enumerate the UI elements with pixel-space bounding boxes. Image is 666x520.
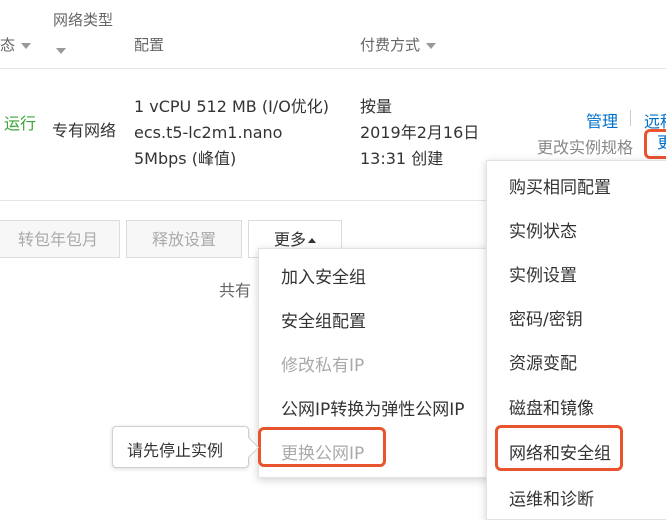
tooltip-text: 请先停止实例 bbox=[127, 441, 224, 460]
replace-public-ip-highlight bbox=[258, 427, 386, 467]
action-divider bbox=[630, 110, 631, 126]
more-actions-link[interactable]: 更 bbox=[644, 129, 666, 159]
network-type-filter[interactable] bbox=[56, 40, 66, 59]
chevron-down-icon[interactable] bbox=[56, 47, 66, 54]
instance-settings-item[interactable]: 实例设置 bbox=[509, 261, 666, 286]
status-running-text: 运行 bbox=[4, 114, 37, 133]
tooltip-arrow bbox=[237, 436, 260, 459]
config-column-header: 配置 bbox=[134, 36, 165, 54]
status-column-header[interactable]: 态 bbox=[0, 34, 32, 55]
config-line-bandwidth: 5Mbps (峰值) bbox=[134, 149, 237, 168]
config-line-type: ecs.t5-lc2m1.nano bbox=[134, 123, 283, 142]
release-setting-button[interactable]: 释放设置 bbox=[126, 220, 242, 258]
created-date-value: 2019年2月16日 bbox=[360, 123, 480, 142]
more-button-label: 更多 bbox=[273, 230, 306, 249]
billing-column-label: 付费方式 bbox=[360, 36, 421, 54]
chevron-down-icon[interactable] bbox=[426, 42, 437, 49]
created-time-value: 13:31 创建 bbox=[360, 149, 444, 168]
resource-change-item[interactable]: 资源变配 bbox=[509, 349, 666, 374]
network-security-group-highlight bbox=[495, 425, 623, 471]
manage-link[interactable]: 管理 bbox=[586, 108, 618, 132]
config-line-cpu: 1 vCPU 512 MB (I/O优化) bbox=[134, 97, 330, 116]
change-spec-link[interactable]: 更改实例规格 bbox=[537, 134, 633, 158]
more-actions-label: 更 bbox=[657, 133, 666, 152]
network-type-column-label: 网络类型 bbox=[53, 11, 114, 29]
network-type-value: 专有网络 bbox=[52, 121, 117, 140]
billing-type-value: 按量 bbox=[360, 97, 393, 116]
modify-private-ip-item[interactable]: 修改私有IP bbox=[281, 351, 490, 376]
password-key-item[interactable]: 密码/密钥 bbox=[509, 305, 666, 330]
header-divider bbox=[0, 68, 666, 69]
ops-diagnosis-item[interactable]: 运维和诊断 bbox=[509, 485, 666, 510]
chevron-up-icon bbox=[308, 238, 316, 243]
buy-same-config-item[interactable]: 购买相同配置 bbox=[509, 173, 666, 198]
pagination-total-text: 共有 bbox=[219, 281, 252, 300]
chevron-down-icon[interactable] bbox=[21, 42, 32, 49]
disk-image-item[interactable]: 磁盘和镜像 bbox=[509, 394, 666, 419]
security-group-config-item[interactable]: 安全组配置 bbox=[281, 307, 490, 332]
instance-status-item[interactable]: 实例状态 bbox=[509, 217, 666, 242]
network-type-column-header[interactable]: 网络类型 bbox=[53, 9, 113, 30]
status-column-label: 态 bbox=[0, 36, 16, 54]
join-security-group-item[interactable]: 加入安全组 bbox=[281, 263, 490, 288]
convert-to-subscription-button[interactable]: 转包年包月 bbox=[0, 220, 120, 258]
convert-to-eip-item[interactable]: 公网IP转换为弹性公网IP bbox=[281, 395, 490, 420]
billing-column-header[interactable]: 付费方式 bbox=[360, 34, 437, 55]
stop-instance-tooltip: 请先停止实例 bbox=[112, 426, 260, 468]
